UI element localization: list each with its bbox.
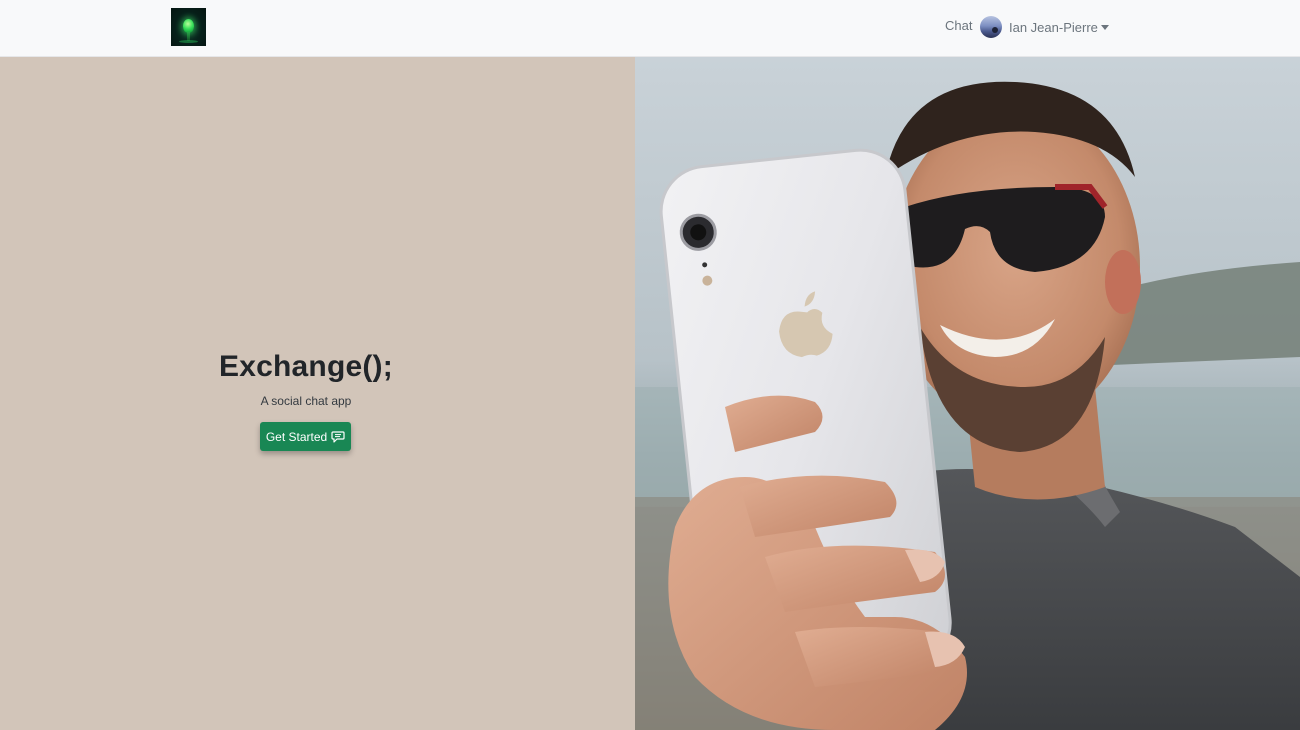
top-navbar: Chat Ian Jean-Pierre <box>0 0 1300 57</box>
nav-link-chat[interactable]: Chat <box>945 17 972 34</box>
hero-title: Exchange(); <box>219 350 393 383</box>
logo-base <box>179 40 198 43</box>
brand-logo-icon[interactable] <box>171 8 206 46</box>
hero-photo-illustration: iPhone <box>635 57 1300 730</box>
avatar <box>980 16 1002 38</box>
user-name: Ian Jean-Pierre <box>1009 19 1098 35</box>
caret-down-icon <box>1100 24 1109 30</box>
get-started-label: Get Started <box>265 429 328 444</box>
get-started-button[interactable]: Get Started <box>260 422 351 451</box>
hero-left-panel: Exchange(); A social chat app Get Starte… <box>0 57 635 730</box>
chat-bubble-icon <box>331 430 345 443</box>
hero-subtitle: A social chat app <box>260 394 352 408</box>
logo-glow <box>183 19 194 33</box>
hero-photo: iPhone <box>635 57 1300 730</box>
user-dropdown-toggle[interactable]: Ian Jean-Pierre <box>980 15 1109 39</box>
